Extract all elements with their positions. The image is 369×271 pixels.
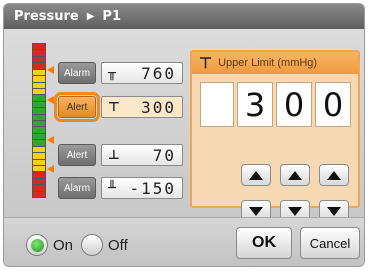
cancel-button[interactable]: Cancel: [300, 227, 360, 259]
level-segment: [33, 121, 45, 127]
level-segment: [33, 133, 45, 140]
alert-lower-button[interactable]: Alert: [58, 144, 96, 166]
level-segment: [33, 69, 45, 76]
lower-alarm-value-field[interactable]: ╨ -150: [101, 177, 183, 199]
lower-alert-marker-icon: [47, 136, 54, 144]
footer-bar: On Off OK Cancel: [4, 217, 364, 266]
level-segment: [33, 114, 45, 121]
digit-ones[interactable]: 0: [315, 82, 351, 127]
level-segment: [33, 88, 45, 95]
ok-button[interactable]: OK: [236, 227, 292, 259]
pressure-settings-dialog: Pressure ▶ P1 Alarm ╥ 760 Alert ⊤ 300 Al…: [3, 3, 365, 267]
upper-alert-marker-icon: [47, 96, 54, 104]
digit-hundreds[interactable]: 3: [237, 82, 273, 127]
channel-label: P1: [102, 9, 121, 24]
on-radio[interactable]: On: [26, 234, 73, 256]
level-segment: [33, 82, 45, 88]
increment-row: [241, 164, 351, 186]
alert-upper-button[interactable]: Alert: [54, 92, 100, 122]
level-segment: [33, 76, 45, 82]
digit-display: 3 0 0: [200, 82, 352, 127]
limit-row-lower-alert: Alert ⊥ 70: [58, 144, 183, 166]
increment-tens-button[interactable]: [280, 164, 310, 186]
level-segment: [33, 166, 45, 172]
lower-lower-limit-icon: ╨: [108, 180, 116, 196]
level-segment: [33, 95, 45, 101]
arrow-down-icon: [327, 206, 341, 216]
level-segment: [33, 108, 45, 114]
upper-alarm-value: 760: [141, 63, 176, 83]
upper-limit-icon: ⊤: [108, 99, 120, 115]
pressure-level-bar: [32, 43, 46, 198]
limit-row-upper-alert: Alert ⊤ 300: [54, 92, 183, 122]
level-segment: [33, 101, 45, 108]
triangle-right-icon: ▶: [86, 11, 95, 22]
arrow-down-icon: [249, 206, 263, 216]
alarm-upper-button[interactable]: Alarm: [58, 62, 96, 84]
arrow-up-icon: [288, 170, 302, 180]
digit-cell-blank: [200, 82, 234, 127]
level-segment: [33, 140, 45, 146]
on-label: On: [53, 236, 74, 254]
level-segment: [33, 153, 45, 159]
level-segment: [33, 191, 45, 198]
level-segment: [33, 146, 45, 153]
editor-header: ⊤ Upper Limit (mmHg): [192, 52, 358, 74]
level-segment: [33, 56, 45, 63]
arrow-up-icon: [327, 170, 341, 180]
increment-ones-button[interactable]: [319, 164, 349, 186]
level-segment: [33, 44, 45, 50]
off-label: Off: [108, 236, 128, 254]
arrow-up-icon: [249, 170, 263, 180]
upper-alarm-marker-icon: [47, 66, 54, 74]
lower-alert-value-field[interactable]: ⊥ 70: [101, 144, 183, 166]
limits-area: Alarm ╥ 760 Alert ⊤ 300 Alert ⊥ 70 Alarm…: [4, 29, 364, 222]
upper-alert-value: 300: [141, 97, 176, 117]
level-segment: [33, 172, 45, 178]
off-radio[interactable]: Off: [81, 234, 128, 256]
level-segment: [33, 185, 45, 191]
limit-row-upper-alarm: Alarm ╥ 760: [58, 62, 183, 84]
level-segment: [33, 178, 45, 185]
upper-limit-icon: ⊤: [199, 55, 213, 72]
level-segment: [33, 127, 45, 133]
level-segment: [33, 50, 45, 56]
title-bar: Pressure ▶ P1: [4, 4, 364, 29]
level-segment: [33, 63, 45, 69]
lower-limit-icon: ⊥: [108, 147, 120, 163]
upper-alarm-value-field[interactable]: ╥ 760: [101, 62, 183, 84]
alarm-on-off-group: On Off: [26, 228, 176, 262]
level-segment: [33, 159, 45, 166]
lower-alarm-value: -150: [129, 178, 176, 198]
digit-tens[interactable]: 0: [276, 82, 312, 127]
arrow-down-icon: [288, 206, 302, 216]
upper-limit-editor-panel: ⊤ Upper Limit (mmHg) 3 0 0: [190, 50, 360, 222]
radio-unselected-icon: [81, 234, 104, 256]
editor-title: Upper Limit (mmHg): [218, 57, 318, 69]
upper-alert-value-field[interactable]: ⊤ 300: [101, 96, 183, 118]
lower-alert-value: 70: [152, 145, 176, 165]
radio-selected-icon: [26, 234, 48, 256]
upper-upper-limit-icon: ╥: [108, 65, 116, 81]
lower-alarm-marker-icon: [47, 165, 54, 173]
increment-hundreds-button[interactable]: [241, 164, 271, 186]
alarm-lower-button[interactable]: Alarm: [58, 177, 96, 199]
limit-row-lower-alarm: Alarm ╨ -150: [58, 177, 183, 199]
title-text: Pressure: [14, 9, 79, 24]
